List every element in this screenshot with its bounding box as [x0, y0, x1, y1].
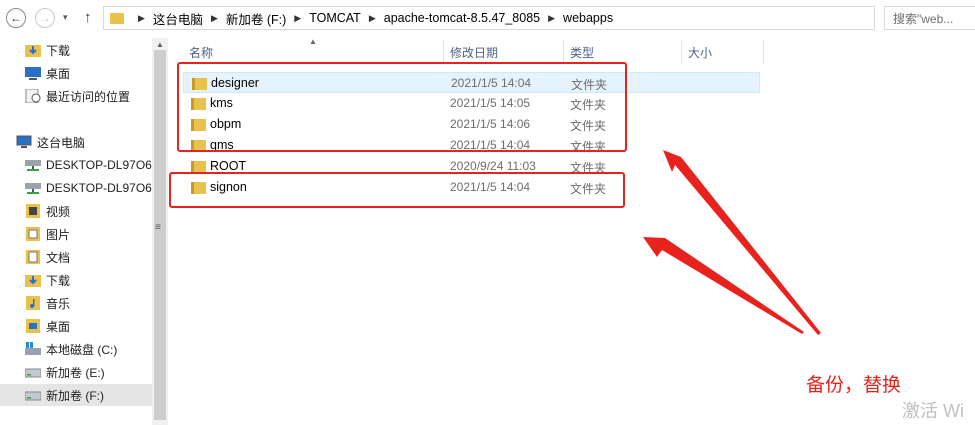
- nav-item-documents[interactable]: 文档: [25, 246, 70, 268]
- nav-item-label: 桌面: [46, 319, 71, 334]
- nav-item-label: DESKTOP-DL97O6: [46, 181, 152, 195]
- computer-icon: [16, 135, 32, 148]
- file-date: 2020/9/24 11:03: [450, 159, 536, 173]
- nav-item-network-drive-2[interactable]: DESKTOP-DL97O6: [25, 177, 152, 199]
- nav-item-this-pc[interactable]: 这台电脑: [16, 131, 85, 153]
- nav-item-pictures[interactable]: 图片: [25, 223, 70, 245]
- nav-item-label: 桌面: [46, 66, 71, 81]
- forward-button[interactable]: →: [35, 8, 55, 28]
- file-name: ROOT: [210, 159, 247, 173]
- breadcrumb-this-pc[interactable]: 这台电脑: [153, 9, 203, 28]
- nav-item-label: 文档: [46, 250, 71, 265]
- folder-icon: [110, 12, 124, 24]
- nav-item-label: 下载: [46, 273, 71, 288]
- chevron-right-icon[interactable]: ▶: [294, 13, 301, 24]
- download-folder-icon: [25, 45, 41, 57]
- drive-icon: [25, 391, 41, 401]
- nav-item-label: 最近访问的位置: [46, 89, 131, 104]
- address-bar: ← → ▾ ↑ ▶ 这台电脑 ▶ 新加卷 (F:) ▶ TOMCAT ▶ apa…: [0, 0, 975, 38]
- navigation-pane: 下载 桌面 最近访问的位置 这台电脑 DESKTOP-DL97O6 DESKTO…: [0, 38, 152, 425]
- desktop-folder-icon: [26, 319, 40, 333]
- column-header-size[interactable]: 大小: [682, 40, 764, 64]
- nav-item-desktop[interactable]: 桌面: [25, 62, 70, 84]
- chevron-right-icon[interactable]: ▶: [211, 13, 218, 24]
- breadcrumb-webapps[interactable]: webapps: [563, 11, 613, 25]
- nav-item-downloads[interactable]: 下载: [25, 39, 70, 61]
- nav-item-network-drive-1[interactable]: DESKTOP-DL97O6: [25, 154, 152, 176]
- music-folder-icon: [26, 296, 40, 310]
- column-header-type[interactable]: 类型: [564, 40, 682, 64]
- nav-item-label: 下载: [46, 43, 71, 58]
- annotation-text: 备份，替换: [806, 375, 902, 396]
- column-header-date[interactable]: 修改日期: [444, 40, 564, 64]
- scrollbar-thumb[interactable]: [154, 50, 166, 420]
- recent-locations-dropdown-icon[interactable]: ▾: [63, 12, 68, 23]
- nav-item-label: 音乐: [46, 296, 71, 311]
- documents-folder-icon: [26, 250, 40, 264]
- up-arrow-icon[interactable]: ↑: [84, 9, 92, 26]
- nav-item-label: 图片: [46, 227, 71, 242]
- chevron-right-icon[interactable]: ▶: [138, 13, 145, 24]
- network-drive-icon: [25, 183, 41, 194]
- nav-item-music[interactable]: 音乐: [25, 292, 70, 314]
- annotation-box-top: [177, 62, 627, 152]
- recent-places-icon: [25, 89, 41, 103]
- nav-item-label: 新加卷 (E:): [46, 365, 105, 380]
- network-drive-icon: [25, 160, 41, 171]
- chevron-right-icon[interactable]: ▶: [548, 13, 555, 24]
- nav-item-label: 新加卷 (F:): [46, 388, 104, 403]
- nav-item-label: 本地磁盘 (C:): [46, 342, 118, 357]
- column-header-name[interactable]: 名称: [183, 40, 444, 64]
- annotation-box-signon: [169, 172, 625, 208]
- nav-pane-scrollbar[interactable]: ▲ ≡: [152, 38, 168, 425]
- breadcrumb[interactable]: ▶ 这台电脑 ▶ 新加卷 (F:) ▶ TOMCAT ▶ apache-tomc…: [103, 6, 875, 30]
- nav-item-label: 这台电脑: [37, 135, 86, 150]
- nav-item-label: 视频: [46, 204, 71, 219]
- breadcrumb-tomcat[interactable]: TOMCAT: [309, 11, 361, 25]
- videos-folder-icon: [26, 204, 40, 218]
- nav-item-drive-f[interactable]: 新加卷 (F:): [0, 384, 152, 406]
- local-disk-icon: [25, 342, 41, 355]
- annotation-arrow-icon: [643, 237, 804, 334]
- nav-item-desktop-2[interactable]: 桌面: [25, 315, 70, 337]
- nav-item-drive-e[interactable]: 新加卷 (E:): [25, 361, 105, 383]
- pictures-folder-icon: [26, 227, 40, 241]
- chevron-right-icon[interactable]: ▶: [369, 13, 376, 24]
- activation-watermark: 激活 Wi: [902, 401, 964, 421]
- back-button[interactable]: ←: [6, 8, 26, 28]
- nav-item-recent[interactable]: 最近访问的位置: [25, 85, 130, 107]
- drive-icon: [25, 368, 41, 378]
- nav-item-downloads-2[interactable]: 下载: [25, 269, 70, 291]
- nav-item-videos[interactable]: 视频: [25, 200, 70, 222]
- grip-icon: ≡: [155, 222, 161, 233]
- search-input[interactable]: 搜索"web...: [884, 6, 975, 30]
- download-folder-icon: [25, 275, 41, 287]
- desktop-icon: [25, 67, 41, 80]
- breadcrumb-apache-tomcat[interactable]: apache-tomcat-8.5.47_8085: [384, 11, 540, 25]
- nav-item-label: DESKTOP-DL97O6: [46, 158, 152, 172]
- scroll-up-icon[interactable]: ▲: [156, 40, 164, 49]
- breadcrumb-drive-f[interactable]: 新加卷 (F:): [226, 9, 286, 28]
- nav-item-drive-c[interactable]: 本地磁盘 (C:): [25, 338, 117, 360]
